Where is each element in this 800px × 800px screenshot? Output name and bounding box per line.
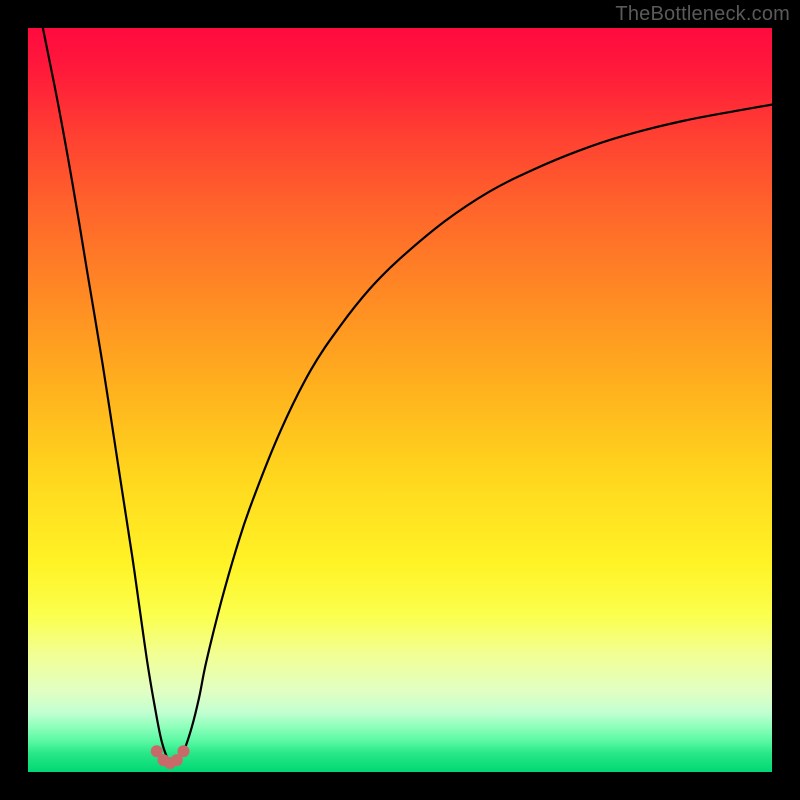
marker-dot: [178, 745, 190, 757]
curve-layer: [28, 28, 772, 772]
minimum-marker-dots: [151, 745, 190, 769]
watermark-text: TheBottleneck.com: [615, 3, 790, 26]
plot-area: [28, 28, 772, 772]
bottleneck-curve: [43, 28, 772, 763]
chart-frame: TheBottleneck.com: [0, 0, 800, 800]
